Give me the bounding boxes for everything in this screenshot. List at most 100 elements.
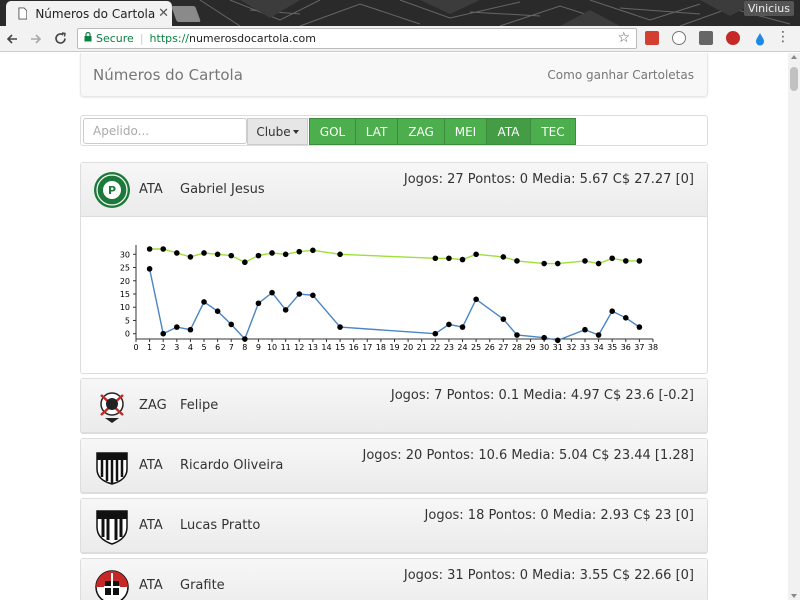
x-tick-label: 4 xyxy=(188,343,193,352)
player-panel-heading[interactable]: ATA Grafite Jogos: 31 Pontos: 0 Media: 3… xyxy=(81,559,707,600)
page-content: Números do Cartola Como ganhar Cartoleta… xyxy=(0,53,788,600)
drop-extension-icon[interactable] xyxy=(753,31,767,46)
x-tick-label: 23 xyxy=(444,343,454,352)
data-point xyxy=(595,260,602,267)
x-tick-label: 14 xyxy=(321,343,331,352)
data-point xyxy=(595,332,602,338)
forward-arrow-icon[interactable] xyxy=(24,27,48,51)
data-point xyxy=(269,289,275,296)
player-stats: Jogos: 31 Pontos: 0 Media: 3.55 C$ 22.66… xyxy=(403,568,694,583)
browser-tab-active[interactable]: Números do Cartola ✕ xyxy=(6,1,172,26)
data-point xyxy=(446,255,452,262)
x-tick-label: 9 xyxy=(256,343,261,352)
x-tick-label: 10 xyxy=(267,343,277,352)
x-tick-label: 16 xyxy=(349,343,359,352)
x-tick-label: 21 xyxy=(417,343,427,352)
earn-cartoletas-link[interactable]: Como ganhar Cartoletas xyxy=(547,68,694,82)
url-scheme: https:// xyxy=(149,32,189,45)
player-position: ATA xyxy=(139,578,163,593)
data-point xyxy=(296,291,303,297)
x-tick-label: 2 xyxy=(161,343,166,352)
search-input[interactable] xyxy=(83,118,247,144)
extension-s-icon[interactable] xyxy=(699,31,713,45)
y-tick-label: 0 xyxy=(125,330,130,339)
y-tick-label: 15 xyxy=(120,290,130,299)
x-tick-label: 36 xyxy=(621,343,631,352)
position-button-tec[interactable]: TEC xyxy=(530,118,576,145)
bookmark-star-icon[interactable]: ☆ xyxy=(617,30,630,46)
x-tick-label: 30 xyxy=(539,343,549,352)
back-arrow-icon[interactable] xyxy=(0,27,24,51)
scroll-up-icon[interactable] xyxy=(791,55,797,59)
x-tick-label: 31 xyxy=(553,343,563,352)
page-scrollbar[interactable] xyxy=(788,53,800,600)
x-tick-label: 7 xyxy=(229,343,234,352)
data-point xyxy=(622,258,629,264)
reload-icon[interactable] xyxy=(48,27,72,51)
x-tick-label: 17 xyxy=(362,343,372,352)
data-point xyxy=(201,250,207,256)
position-button-ata[interactable]: ATA xyxy=(486,118,531,145)
palmeiras-crest-icon: P xyxy=(94,172,130,208)
site-brand[interactable]: Números do Cartola xyxy=(93,66,243,84)
lock-icon xyxy=(84,31,92,45)
y-tick-label: 10 xyxy=(120,303,130,312)
data-point xyxy=(146,266,153,272)
position-button-lat[interactable]: LAT xyxy=(355,118,398,145)
x-tick-label: 25 xyxy=(471,343,481,352)
y-tick-label: 25 xyxy=(120,264,130,273)
gmail-extension-icon[interactable] xyxy=(645,31,659,45)
url-host: numerosdocartola.com xyxy=(188,32,317,45)
browser-toolbar: Secure | https:// numerosdocartola.com ☆… xyxy=(0,26,800,52)
data-point xyxy=(473,296,479,303)
data-point xyxy=(296,248,303,255)
scrollbar-thumb[interactable] xyxy=(790,67,798,91)
data-point xyxy=(269,250,275,256)
browser-menu-icon[interactable]: ⋮ xyxy=(776,29,790,45)
data-point xyxy=(146,246,153,252)
data-point xyxy=(514,258,520,264)
data-point xyxy=(500,254,507,260)
address-bar[interactable]: Secure | https:// numerosdocartola.com ☆ xyxy=(77,28,637,49)
atletico-mg-crest-icon xyxy=(96,510,128,545)
player-panel-heading[interactable]: ATA Ricardo Oliveira Jogos: 20 Pontos: 1… xyxy=(81,439,707,493)
data-point xyxy=(174,250,180,256)
data-point xyxy=(160,246,167,252)
y-tick-label: 30 xyxy=(120,250,130,259)
position-button-gol[interactable]: GOL xyxy=(309,118,356,145)
data-point xyxy=(622,315,629,321)
data-point xyxy=(459,256,466,263)
player-panel-heading[interactable]: P ATA Gabriel Jesus Jogos: 27 Pontos: 0 … xyxy=(81,163,707,217)
player-name: Lucas Pratto xyxy=(180,518,261,533)
club-dropdown-button[interactable]: Clube xyxy=(247,118,308,145)
series-line-1 xyxy=(149,248,640,265)
evernote-extension-icon[interactable] xyxy=(672,31,686,45)
extension-red-circle-icon[interactable] xyxy=(726,31,740,45)
data-point xyxy=(554,260,561,267)
data-point xyxy=(554,337,561,344)
x-tick-label: 6 xyxy=(215,343,220,352)
club-dropdown-label: Clube xyxy=(256,124,291,139)
data-point xyxy=(541,334,547,341)
data-point xyxy=(310,247,316,254)
secure-label: Secure xyxy=(96,32,134,45)
data-point xyxy=(160,330,167,337)
x-tick-label: 37 xyxy=(634,343,644,352)
position-button-mei[interactable]: MEI xyxy=(444,118,487,145)
data-point xyxy=(201,299,207,305)
tab-title: Números do Cartola xyxy=(35,6,156,21)
player-name: Felipe xyxy=(180,398,219,413)
site-navbar: Números do Cartola Como ganhar Cartoleta… xyxy=(80,53,708,97)
scroll-down-icon[interactable] xyxy=(791,594,797,598)
player-points-chart: 0 1 2 3 4 5 6 7 8 9 10 11 12 13 14 15 16 17 18 19 20 21 22 23 24… xyxy=(81,217,707,373)
x-tick-label: 29 xyxy=(525,343,535,352)
data-point xyxy=(432,330,439,337)
profile-user-name[interactable]: Vinicius xyxy=(743,1,794,16)
player-panel-heading[interactable]: ZAG Felipe Jogos: 7 Pontos: 0.1 Media: 4… xyxy=(81,379,707,433)
tab-close-icon[interactable]: ✕ xyxy=(155,6,172,21)
data-point xyxy=(459,324,466,330)
data-point xyxy=(187,326,194,333)
player-panel-heading[interactable]: ATA Lucas Pratto Jogos: 18 Pontos: 0 Med… xyxy=(81,499,707,553)
player-stats: Jogos: 18 Pontos: 0 Media: 2.93 C$ 23 [0… xyxy=(424,508,694,523)
position-button-zag[interactable]: ZAG xyxy=(397,118,445,145)
